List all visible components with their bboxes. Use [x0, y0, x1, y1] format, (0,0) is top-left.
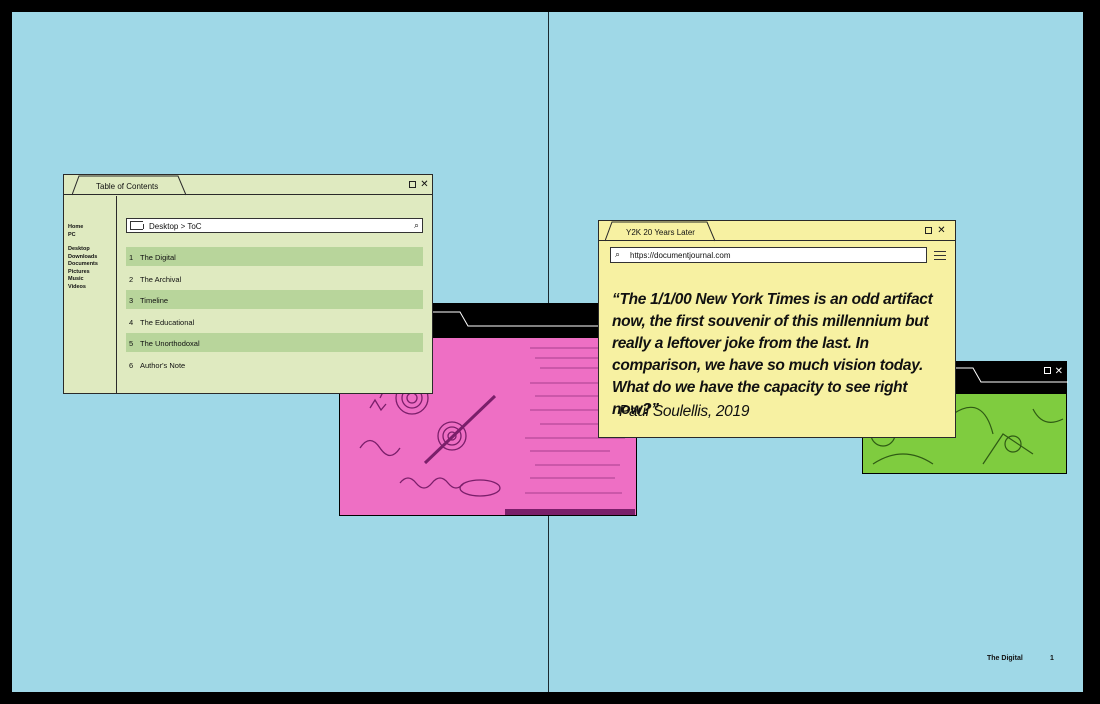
toc-item-number: 4 — [129, 317, 134, 327]
quote-browser-window: Y2K 20 Years Later ✕ ⌕ https://documentj… — [598, 220, 956, 438]
close-icon[interactable]: ✕ — [937, 226, 946, 236]
sidebar-item-music[interactable]: Music — [68, 276, 116, 284]
magazine-spread: ✕ Table of Contents ✕ Home PC Desktop Do… — [12, 12, 1083, 692]
toc-item-title: The Educational — [140, 317, 195, 327]
sidebar-item-desktop[interactable]: Desktop — [68, 246, 116, 254]
sidebar: Home PC Desktop Downloads Documents Pict… — [64, 196, 117, 393]
footer-section-title: The Digital — [987, 655, 1023, 662]
toc-item-number: 1 — [129, 253, 134, 262]
toc-list: 1 The Digital 2 The Archival 3 Timeline … — [126, 247, 423, 376]
toc-item-the-digital[interactable]: 1 The Digital — [126, 247, 423, 266]
search-icon: ⌕ — [615, 249, 621, 259]
maximize-icon[interactable] — [1043, 367, 1051, 374]
table-of-contents-window: Table of Contents ✕ Home PC Desktop Down… — [63, 174, 433, 394]
toc-item-the-unorthodoxal[interactable]: 5 The Unorthodoxal — [126, 333, 423, 352]
titlebar: Y2K 20 Years Later ✕ — [599, 221, 955, 242]
maximize-icon[interactable] — [925, 227, 932, 234]
pull-quote: “The 1/1/00 New York Times is an odd art… — [612, 291, 933, 418]
quote-attribution: Paul Soulellis, 2019 — [619, 403, 750, 420]
maximize-icon[interactable] — [409, 181, 416, 188]
toc-item-title: The Archival — [140, 274, 182, 284]
toc-item-authors-note[interactable]: 6 Author's Note — [126, 355, 423, 374]
toc-item-title: Timeline — [140, 296, 169, 305]
sidebar-item-home[interactable]: Home — [68, 224, 116, 232]
toc-item-title: Author's Note — [140, 360, 186, 370]
toc-item-number: 2 — [129, 274, 134, 284]
close-icon[interactable]: ✕ — [1055, 366, 1063, 377]
folder-icon — [130, 221, 144, 230]
tab-y2k-20-years-later[interactable]: Y2K 20 Years Later — [605, 221, 725, 242]
toc-item-timeline[interactable]: 3 Timeline — [126, 290, 423, 309]
sidebar-item-videos[interactable]: Videos — [68, 284, 116, 292]
tab-label: Table of Contents — [96, 182, 159, 191]
path-bar[interactable]: Desktop > ToC ⌕ — [126, 218, 423, 233]
hamburger-menu-icon[interactable] — [934, 251, 946, 263]
sidebar-item-documents[interactable]: Documents — [68, 261, 116, 269]
toc-item-title: The Digital — [140, 253, 176, 262]
url-bar[interactable]: ⌕ https://documentjournal.com — [610, 247, 927, 263]
toc-item-the-educational[interactable]: 4 The Educational — [126, 312, 423, 331]
toc-item-number: 5 — [129, 339, 134, 348]
toc-item-title: The Unorthodoxal — [140, 339, 200, 348]
tab-table-of-contents[interactable]: Table of Contents — [72, 175, 188, 196]
toc-item-number: 6 — [129, 360, 134, 370]
close-icon[interactable]: ✕ — [420, 180, 429, 190]
tab-label: Y2K 20 Years Later — [626, 228, 695, 237]
sidebar-item-downloads[interactable]: Downloads — [68, 254, 116, 262]
toc-item-the-archival[interactable]: 2 The Archival — [126, 269, 423, 288]
titlebar: Table of Contents ✕ — [64, 175, 432, 196]
sidebar-item-pictures[interactable]: Pictures — [68, 269, 116, 277]
search-icon[interactable]: ⌕ — [414, 220, 419, 231]
path-text: Desktop > ToC — [149, 222, 202, 231]
green-window-controls: ✕ — [1040, 366, 1063, 377]
sidebar-item-pc[interactable]: PC — [68, 232, 116, 240]
page-number: 1 — [1050, 655, 1054, 662]
url-text: https://documentjournal.com — [630, 251, 731, 260]
toc-item-number: 3 — [129, 296, 134, 305]
